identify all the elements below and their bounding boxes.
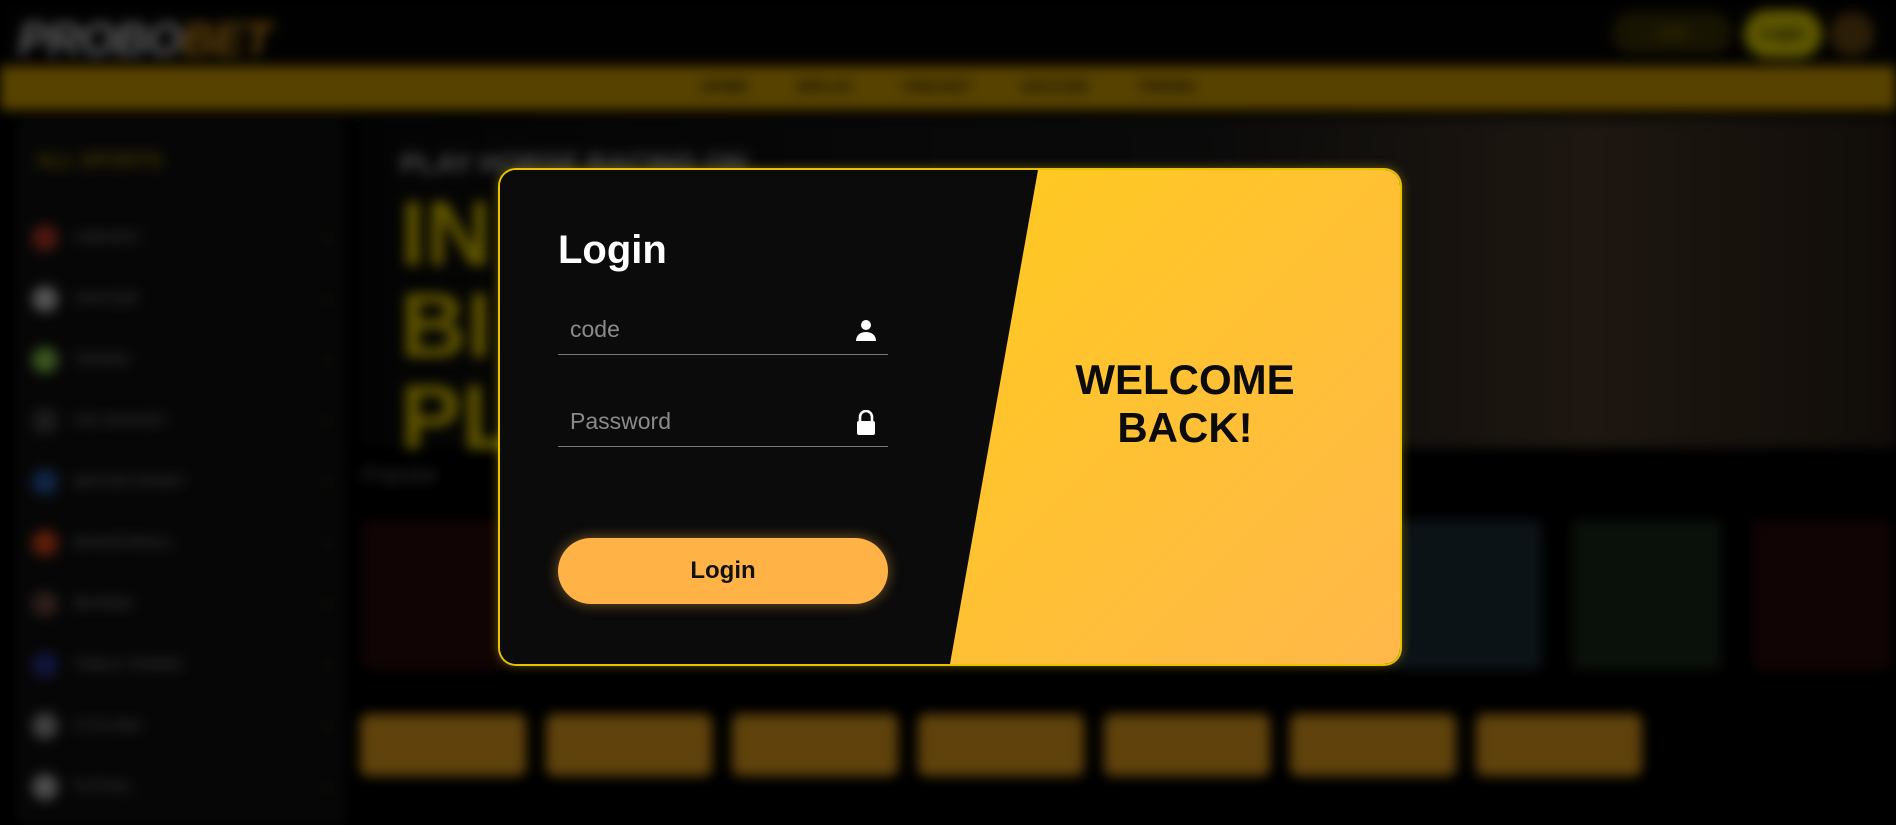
lock-icon bbox=[854, 409, 878, 435]
password-input[interactable] bbox=[558, 398, 852, 444]
login-submit-button[interactable]: Login bbox=[558, 538, 888, 604]
code-field bbox=[558, 306, 888, 355]
welcome-text: WELCOME BACK! bbox=[1075, 356, 1295, 451]
user-icon bbox=[854, 318, 878, 342]
login-modal: Login Login WELCOME BACK! bbox=[500, 170, 1400, 664]
login-title: Login bbox=[558, 228, 667, 272]
code-input[interactable] bbox=[558, 306, 852, 352]
password-field bbox=[558, 398, 888, 447]
